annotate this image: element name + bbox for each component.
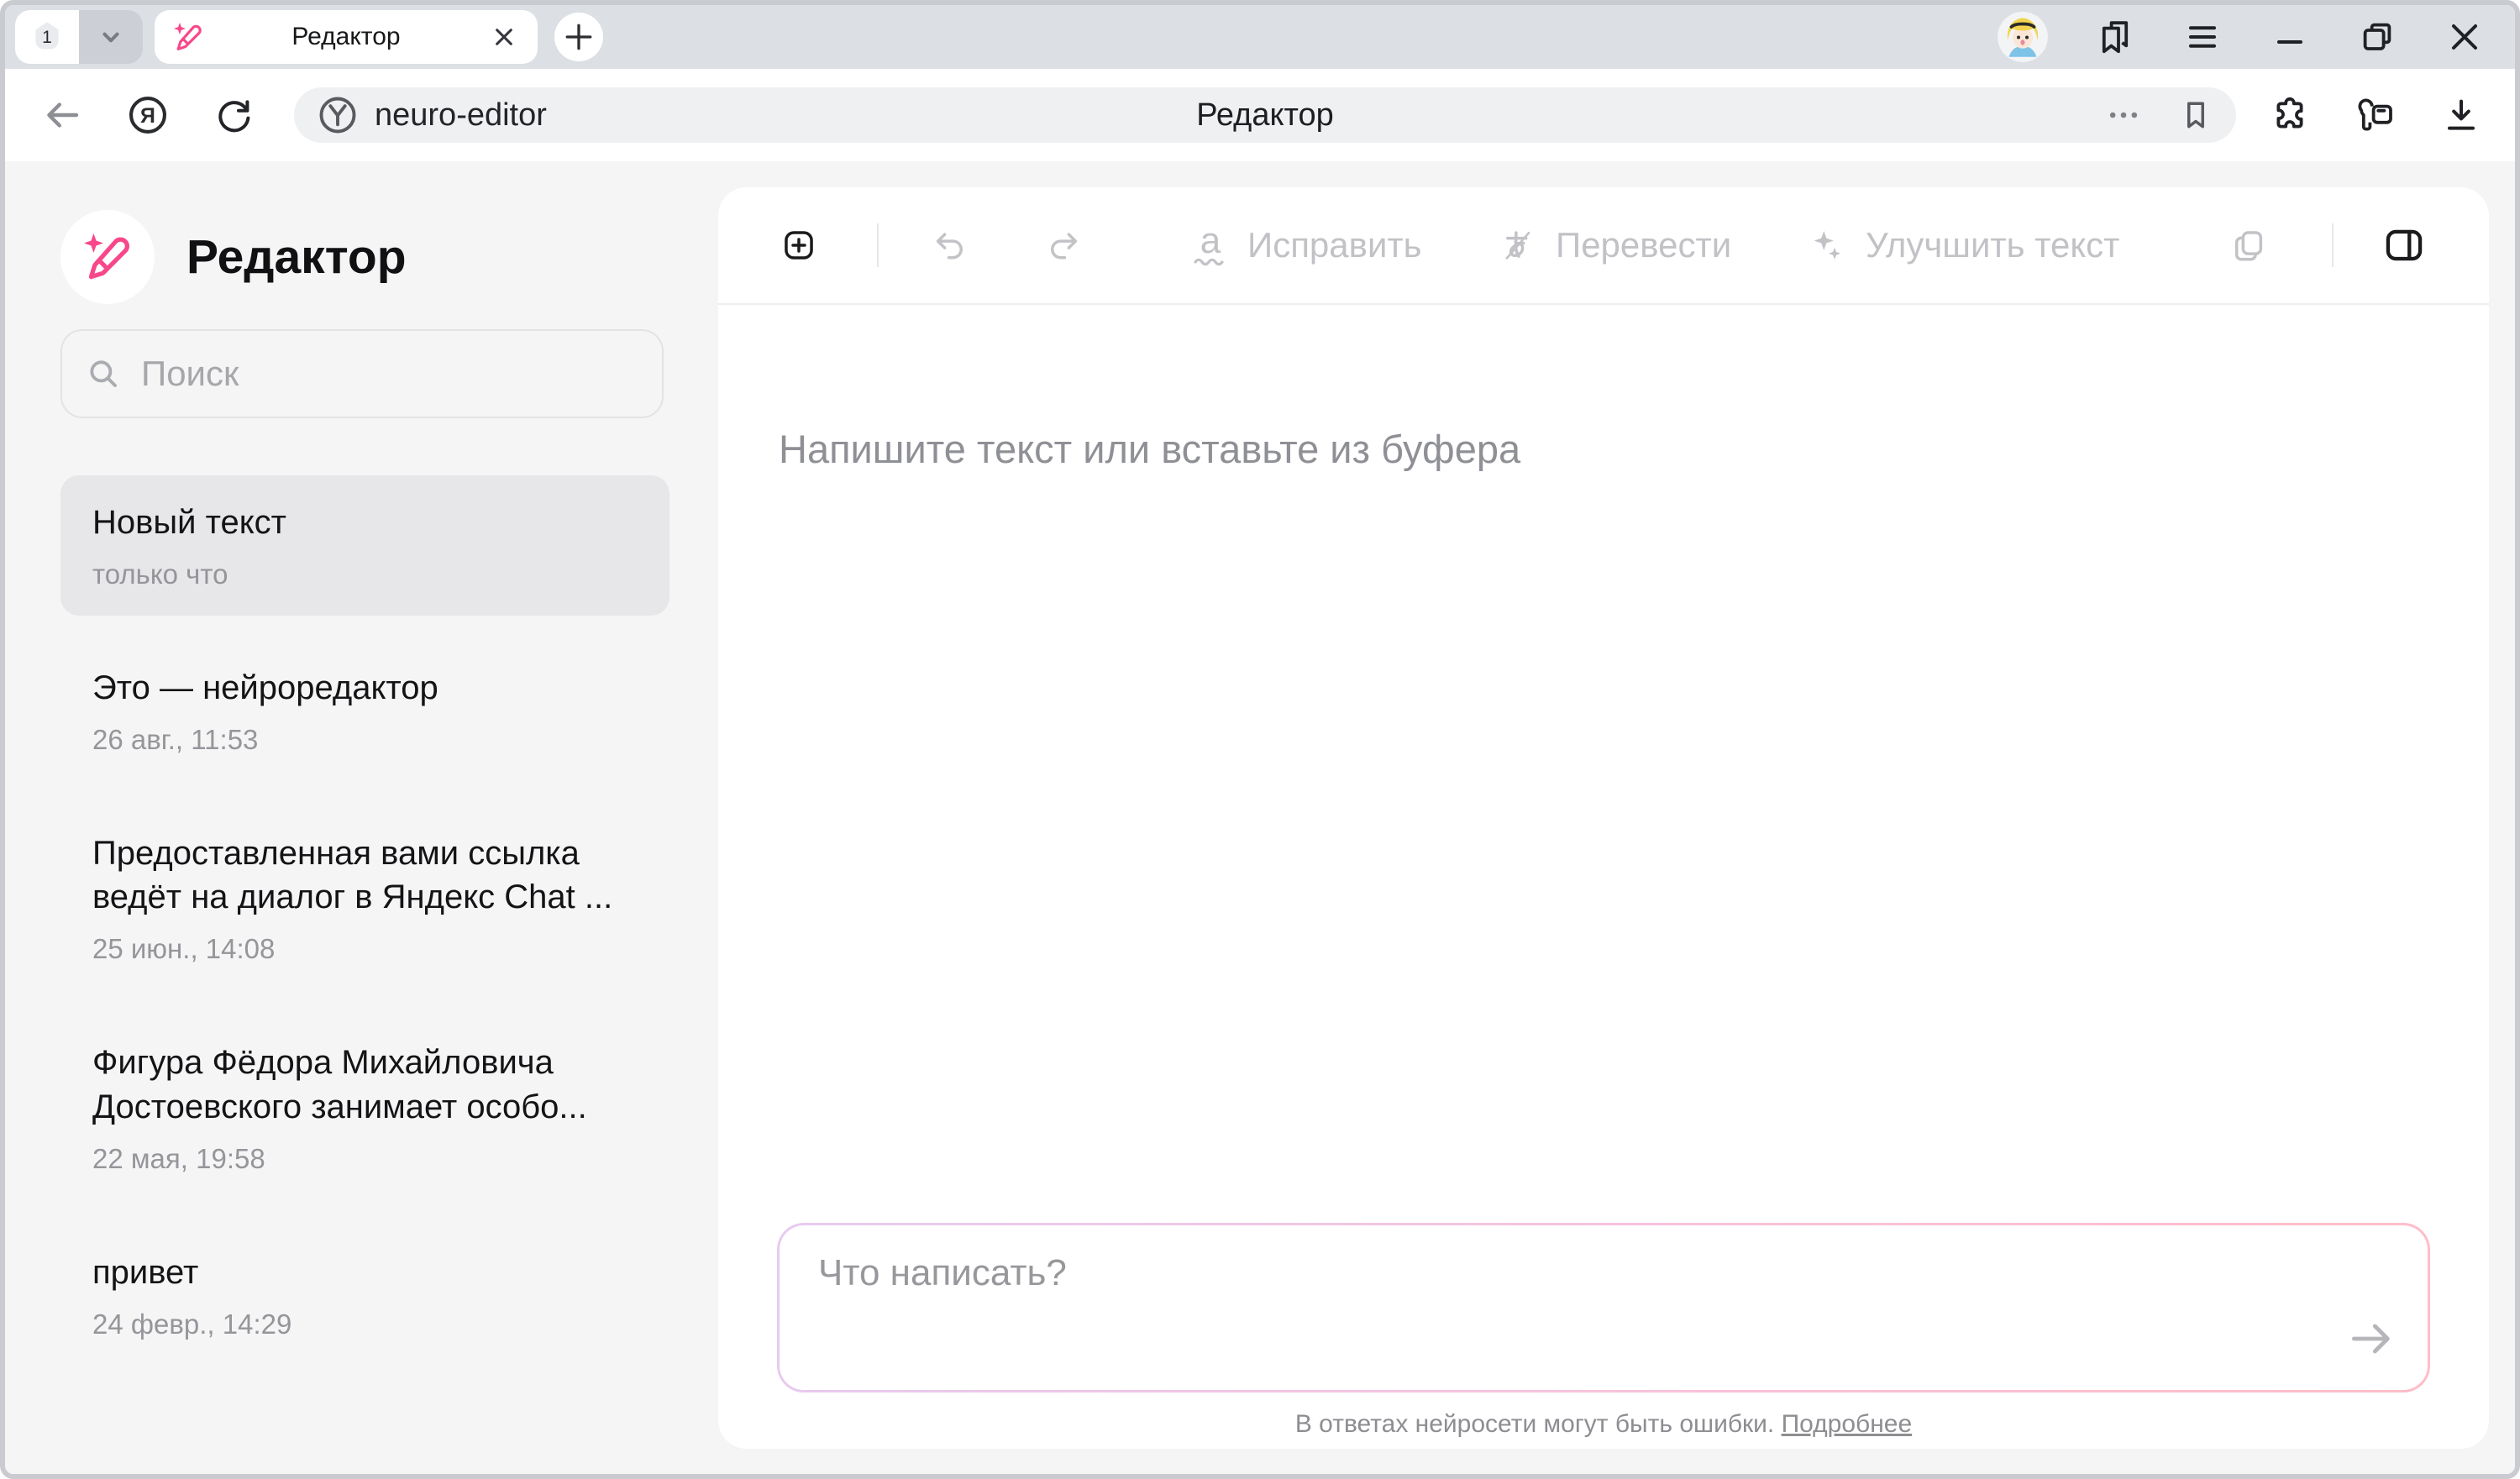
- prompt-inner: [780, 1225, 2428, 1390]
- editor-panel: а Исправить Перевести: [718, 187, 2489, 1449]
- site-favicon: [316, 93, 360, 137]
- plus-icon: [560, 18, 597, 55]
- window-controls: [1998, 12, 2485, 62]
- new-tab-button[interactable]: [554, 13, 603, 61]
- browser-extensions: [2270, 95, 2481, 135]
- improve-text-button[interactable]: Улучшить текст: [1810, 225, 2119, 265]
- disclaimer-text: В ответах нейросети могут быть ошибки.: [1295, 1410, 1782, 1438]
- document-title: Фигура Фёдора Михайловича Достоевского з…: [92, 1041, 638, 1130]
- send-icon[interactable]: [2347, 1314, 2396, 1363]
- document-timestamp: 24 февр., 14:29: [92, 1309, 638, 1340]
- more-actions-icon[interactable]: [2105, 97, 2142, 134]
- tab-list-dropdown-button[interactable]: [79, 10, 143, 64]
- tab-title: Редактор: [205, 23, 487, 51]
- translate-button[interactable]: Перевести: [1500, 225, 1731, 265]
- menu-icon[interactable]: [2182, 17, 2223, 57]
- bookmarks-panel-icon[interactable]: [2095, 17, 2135, 57]
- tab-bar: 1 Редактор: [5, 5, 2515, 69]
- back-icon[interactable]: [42, 95, 82, 135]
- app-logo-row: Редактор: [60, 210, 718, 304]
- document-timestamp: 25 июн., 14:08: [92, 933, 638, 965]
- document-title: привет: [92, 1251, 638, 1295]
- sparkles-icon: [1810, 228, 1845, 263]
- prompt-box: [777, 1223, 2430, 1392]
- yandex-home-icon[interactable]: Я: [126, 93, 170, 137]
- document-title: Предоставленная вами ссылка ведёт на диа…: [92, 831, 638, 920]
- editor-toolbar: а Исправить Перевести: [718, 187, 2489, 305]
- translate-label: Перевести: [1556, 225, 1731, 265]
- search-icon: [86, 356, 121, 391]
- document-timestamp: 26 авг., 11:53: [92, 724, 638, 756]
- app-logo: [60, 210, 155, 304]
- app-page: Редактор Новый текст только что Это — не…: [5, 161, 2515, 1474]
- document-timestamp: только что: [92, 559, 638, 590]
- page-title: Редактор: [1196, 97, 1334, 134]
- magic-pencil-icon: [80, 229, 135, 285]
- learn-more-link[interactable]: Подробнее: [1782, 1410, 1913, 1438]
- magic-pencil-icon: [171, 20, 205, 54]
- redo-button[interactable]: [1045, 228, 1080, 263]
- restore-window-icon[interactable]: [2357, 17, 2397, 57]
- copy-icon: [2231, 228, 2266, 263]
- url-bar[interactable]: neuro-editor Редактор: [294, 87, 2236, 143]
- chevron-down-icon: [94, 20, 128, 54]
- document-timestamp: 22 мая, 19:58: [92, 1143, 638, 1175]
- search-input[interactable]: [139, 353, 638, 395]
- url-bar-actions: [2105, 97, 2214, 134]
- fix-text-button[interactable]: а Исправить: [1194, 225, 1422, 265]
- bookmark-icon[interactable]: [2177, 97, 2214, 134]
- tab-counter-group: 1: [15, 10, 143, 64]
- fix-text-label: Исправить: [1247, 225, 1422, 265]
- editor-placeholder-text[interactable]: Напишите текст или вставьте из буфера: [779, 426, 1520, 472]
- tab-count: 1: [42, 28, 52, 47]
- document-title: Это — нейроредактор: [92, 666, 638, 711]
- improve-text-label: Улучшить текст: [1866, 225, 2119, 265]
- password-manager-icon[interactable]: [2355, 95, 2396, 135]
- document-title: Новый текст: [92, 501, 638, 545]
- document-item[interactable]: Новый текст только что: [60, 475, 669, 616]
- toolbar-divider: [877, 223, 879, 267]
- document-list: Новый текст только что Это — нейроредакт…: [5, 475, 718, 1366]
- translate-icon: [1500, 228, 1536, 263]
- ai-disclaimer: В ответах нейросети могут быть ошибки. П…: [718, 1410, 2489, 1439]
- document-item[interactable]: Фигура Фёдора Михайловича Достоевского з…: [60, 1015, 669, 1200]
- address-bar: Я neuro-editor Редактор: [5, 69, 2515, 161]
- tab-active[interactable]: Редактор: [155, 10, 538, 64]
- document-item[interactable]: привет 24 февр., 14:29: [60, 1225, 669, 1366]
- prompt-input[interactable]: [816, 1251, 2302, 1368]
- downloads-icon[interactable]: [2441, 95, 2481, 135]
- copy-button[interactable]: [2231, 228, 2266, 263]
- toolbar-divider: [2332, 223, 2334, 267]
- toggle-side-panel-button[interactable]: [2382, 223, 2426, 267]
- nav-controls: Я: [42, 93, 254, 137]
- add-icon: [781, 228, 816, 263]
- tab-counter-shield-icon: 1: [27, 17, 67, 57]
- reload-icon[interactable]: [213, 95, 254, 135]
- spellcheck-icon: а: [1194, 226, 1227, 264]
- tab-close-icon[interactable]: [487, 20, 521, 54]
- profile-avatar[interactable]: [1998, 12, 2048, 62]
- redo-icon: [1045, 228, 1080, 263]
- tab-counter-button[interactable]: 1: [15, 10, 79, 64]
- app-title: Редактор: [186, 229, 407, 285]
- undo-icon: [933, 228, 969, 263]
- new-document-button[interactable]: [781, 228, 816, 263]
- search-box[interactable]: [60, 329, 664, 418]
- close-window-icon[interactable]: [2444, 17, 2485, 57]
- extensions-puzzle-icon[interactable]: [2270, 95, 2310, 135]
- browser-window: 1 Редактор: [0, 0, 2520, 1479]
- document-item[interactable]: Это — нейроредактор 26 авг., 11:53: [60, 641, 669, 781]
- svg-text:Я: Я: [140, 104, 155, 128]
- url-text: neuro-editor: [375, 97, 547, 134]
- sidebar: Редактор Новый текст только что Это — не…: [5, 161, 718, 1474]
- minimize-icon[interactable]: [2270, 17, 2310, 57]
- document-item[interactable]: Предоставленная вами ссылка ведёт на диа…: [60, 806, 669, 991]
- undo-button[interactable]: [933, 228, 969, 263]
- side-panel-icon: [2382, 223, 2426, 267]
